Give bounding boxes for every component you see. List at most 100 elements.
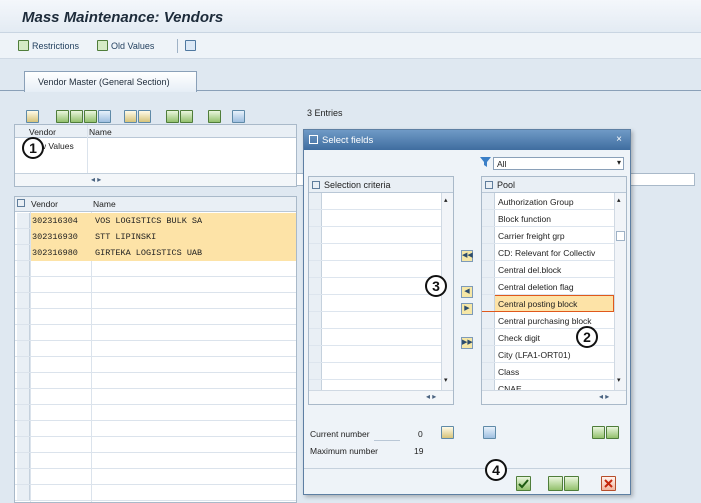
- select-block-icon[interactable]: [84, 110, 97, 123]
- row-selector[interactable]: [309, 227, 322, 243]
- row-selector[interactable]: [309, 346, 322, 362]
- list-item[interactable]: [309, 295, 441, 312]
- refresh-button[interactable]: [185, 40, 196, 51]
- row-selector[interactable]: [17, 229, 30, 244]
- list-item[interactable]: [309, 278, 441, 295]
- list-item[interactable]: [309, 312, 441, 329]
- column-header-vendor[interactable]: Vendor: [29, 127, 56, 137]
- table-row[interactable]: [15, 405, 296, 421]
- pool-item[interactable]: Block function: [482, 210, 614, 227]
- row-selector[interactable]: [17, 453, 30, 468]
- tab-vendor-master-general[interactable]: Vendor Master (General Section): [24, 71, 197, 92]
- old-values-button[interactable]: Old Values: [97, 40, 154, 51]
- table-row[interactable]: 302316980 GIRTEKA LOGISTICS UAB: [15, 245, 296, 261]
- undo-icon[interactable]: [138, 110, 151, 123]
- table-row[interactable]: [15, 373, 296, 389]
- filter-icon[interactable]: [606, 426, 619, 439]
- paste-icon[interactable]: [441, 426, 454, 439]
- close-icon[interactable]: ×: [613, 134, 625, 146]
- confirm-check-icon[interactable]: [516, 476, 531, 491]
- row-selector[interactable]: [17, 405, 30, 420]
- row-selector[interactable]: [17, 469, 30, 484]
- list-item[interactable]: [309, 244, 441, 261]
- row-selector[interactable]: [309, 329, 322, 345]
- row-selector[interactable]: [309, 380, 322, 390]
- list-item[interactable]: [309, 210, 441, 227]
- row-selector[interactable]: [17, 261, 30, 276]
- move-all-right-button[interactable]: ▶▶: [461, 337, 473, 349]
- pool-filter-select[interactable]: All ▾: [493, 157, 624, 170]
- row-selector[interactable]: [17, 341, 30, 356]
- row-selector[interactable]: [482, 312, 495, 328]
- row-selector[interactable]: [309, 210, 322, 226]
- horizontal-scrollbar[interactable]: ◂ ▸: [15, 173, 296, 186]
- column-header-name[interactable]: Name: [93, 199, 116, 209]
- cancel-x-icon[interactable]: [601, 476, 616, 491]
- table-row[interactable]: 302316304 VOS LOGISTICS BULK SA: [15, 213, 296, 229]
- pool-item[interactable]: Central deletion flag: [482, 278, 614, 295]
- row-selector[interactable]: [17, 389, 30, 404]
- find-icon[interactable]: [483, 426, 496, 439]
- row-selector[interactable]: [482, 380, 495, 390]
- column-icon[interactable]: [98, 110, 111, 123]
- grid-settings-icon[interactable]: [17, 199, 25, 207]
- pool-item[interactable]: CNAE: [482, 380, 614, 390]
- row-selector[interactable]: [17, 325, 30, 340]
- move-right-button[interactable]: ▶: [461, 303, 473, 315]
- deselect-all-icon[interactable]: [564, 476, 579, 491]
- row-selector[interactable]: [17, 485, 30, 500]
- vertical-scrollbar[interactable]: ▴ ▾: [614, 193, 626, 390]
- scroll-arrows[interactable]: ◂ ▸: [91, 175, 101, 184]
- list-item[interactable]: [309, 193, 441, 210]
- move-all-left-button[interactable]: ◀◀: [461, 250, 473, 262]
- table-row[interactable]: [15, 485, 296, 501]
- select-all-icon[interactable]: [548, 476, 563, 491]
- row-selector[interactable]: [309, 278, 322, 294]
- row-selector[interactable]: [482, 346, 495, 362]
- deselect-all-icon[interactable]: [70, 110, 83, 123]
- row-selector[interactable]: [17, 357, 30, 372]
- row-selector[interactable]: [17, 421, 30, 436]
- row-selector[interactable]: [309, 244, 322, 260]
- pool-item[interactable]: Central purchasing block: [482, 312, 614, 329]
- row-selector[interactable]: [309, 295, 322, 311]
- name-cell[interactable]: STT LIPINSKI: [95, 232, 156, 242]
- scroll-up-icon[interactable]: ▴: [617, 196, 621, 204]
- column-header-vendor[interactable]: Vendor: [31, 199, 58, 209]
- row-selector[interactable]: [17, 309, 30, 324]
- list-item[interactable]: [309, 329, 441, 346]
- name-cell[interactable]: GIRTEKA LOGISTICS UAB: [95, 248, 202, 258]
- list-item[interactable]: [309, 363, 441, 380]
- list-item[interactable]: [309, 380, 441, 390]
- table-row[interactable]: [15, 341, 296, 357]
- pool-item[interactable]: CD: Relevant for Collectiv: [482, 244, 614, 261]
- row-selector[interactable]: [17, 213, 30, 228]
- scroll-up-icon[interactable]: ▴: [444, 196, 448, 204]
- table-row[interactable]: [15, 389, 296, 405]
- row-selector[interactable]: [482, 363, 495, 379]
- row-selector[interactable]: [482, 278, 495, 294]
- pool-item[interactable]: Class: [482, 363, 614, 380]
- table-row[interactable]: [15, 437, 296, 453]
- copy-icon[interactable]: [124, 110, 137, 123]
- table-row[interactable]: [15, 325, 296, 341]
- restrictions-button[interactable]: Restrictions: [18, 40, 79, 51]
- pool-item[interactable]: Authorization Group: [482, 193, 614, 210]
- row-selector[interactable]: [482, 244, 495, 260]
- row-selector[interactable]: [309, 193, 322, 209]
- print-icon[interactable]: [232, 110, 245, 123]
- pool-item[interactable]: Central del.block: [482, 261, 614, 278]
- table-row[interactable]: [15, 357, 296, 373]
- table-row[interactable]: [15, 293, 296, 309]
- row-selector[interactable]: [309, 312, 322, 328]
- horizontal-scrollbar[interactable]: ◂ ▸: [309, 390, 453, 404]
- details-icon[interactable]: [26, 110, 39, 123]
- row-selector[interactable]: [17, 437, 30, 452]
- select-all-icon[interactable]: [56, 110, 69, 123]
- row-selector[interactable]: [17, 277, 30, 292]
- table-row[interactable]: [15, 453, 296, 469]
- row-selector[interactable]: [309, 363, 322, 379]
- export-icon[interactable]: [208, 110, 221, 123]
- vendor-cell[interactable]: 302316304: [32, 216, 78, 226]
- table-row[interactable]: [15, 469, 296, 485]
